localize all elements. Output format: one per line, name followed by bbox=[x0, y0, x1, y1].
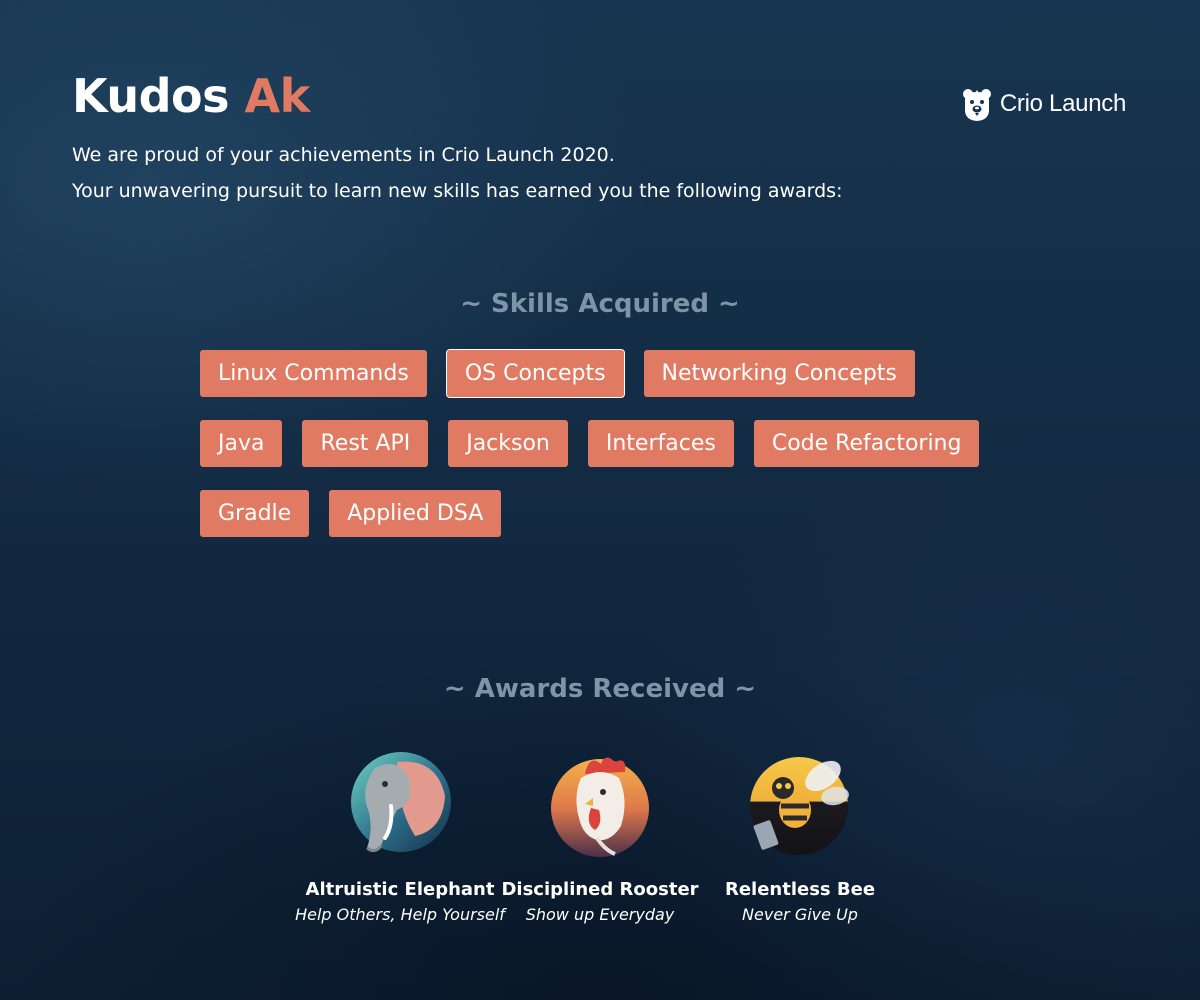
elephant-badge-icon bbox=[351, 752, 451, 853]
skill-row: Gradle Applied DSA bbox=[200, 490, 1020, 537]
skills-heading: ~ Skills Acquired ~ bbox=[460, 289, 740, 319]
skill-tag-java[interactable]: Java bbox=[200, 420, 283, 467]
award-tagline: Never Give Up bbox=[742, 905, 858, 924]
award-name: Disciplined Rooster bbox=[501, 879, 699, 900]
skill-row: Java Rest API Jackson Interfaces Code Re… bbox=[200, 420, 1020, 467]
awards-heading: ~ Awards Received ~ bbox=[443, 674, 757, 704]
bee-badge-icon bbox=[750, 757, 849, 855]
award-name: Altruistic Elephant bbox=[305, 879, 495, 900]
award-tagline: Help Others, Help Yourself bbox=[295, 905, 505, 924]
skills-list: Linux Commands OS Concepts Networking Co… bbox=[200, 349, 1020, 537]
award-tagline: Show up Everyday bbox=[525, 905, 675, 924]
greeting: Kudos bbox=[72, 69, 230, 123]
skill-tag-os-concepts[interactable]: OS Concepts bbox=[445, 349, 625, 398]
intro-line-achievements: We are proud of your achievements in Cri… bbox=[72, 144, 615, 166]
skill-tag-applied-dsa[interactable]: Applied DSA bbox=[329, 490, 502, 537]
bear-logo-icon bbox=[962, 89, 991, 121]
intro-line-awards: Your unwavering pursuit to learn new ski… bbox=[72, 180, 843, 202]
brand-label: Crio Launch bbox=[999, 90, 1126, 117]
skill-tag-rest-api[interactable]: Rest API bbox=[302, 420, 429, 467]
skill-tag-code-refactoring[interactable]: Code Refactoring bbox=[753, 420, 980, 467]
award-name: Relentless Bee bbox=[724, 879, 876, 900]
rooster-badge-icon bbox=[551, 757, 649, 857]
skill-tag-interfaces[interactable]: Interfaces bbox=[587, 420, 734, 467]
award-relentless-bee: Relentless Bee Never Give Up bbox=[690, 750, 910, 926]
award-disciplined-rooster: Disciplined Rooster Show up Everyday bbox=[490, 750, 710, 926]
skill-tag-linux-commands[interactable]: Linux Commands bbox=[200, 350, 427, 397]
recipient-name: Ak bbox=[244, 69, 311, 123]
skill-tag-jackson[interactable]: Jackson bbox=[448, 420, 568, 467]
awards-list: Altruistic Elephant Help Others, Help Yo… bbox=[0, 750, 1200, 940]
page-title: Kudos Ak bbox=[72, 64, 310, 128]
skill-tag-gradle[interactable]: Gradle bbox=[200, 490, 310, 537]
skill-row: Linux Commands OS Concepts Networking Co… bbox=[200, 349, 1020, 398]
skill-tag-networking-concepts[interactable]: Networking Concepts bbox=[643, 350, 915, 397]
award-altruistic-elephant: Altruistic Elephant Help Others, Help Yo… bbox=[290, 750, 510, 926]
brand-logo: Crio Launch bbox=[961, 86, 1126, 122]
